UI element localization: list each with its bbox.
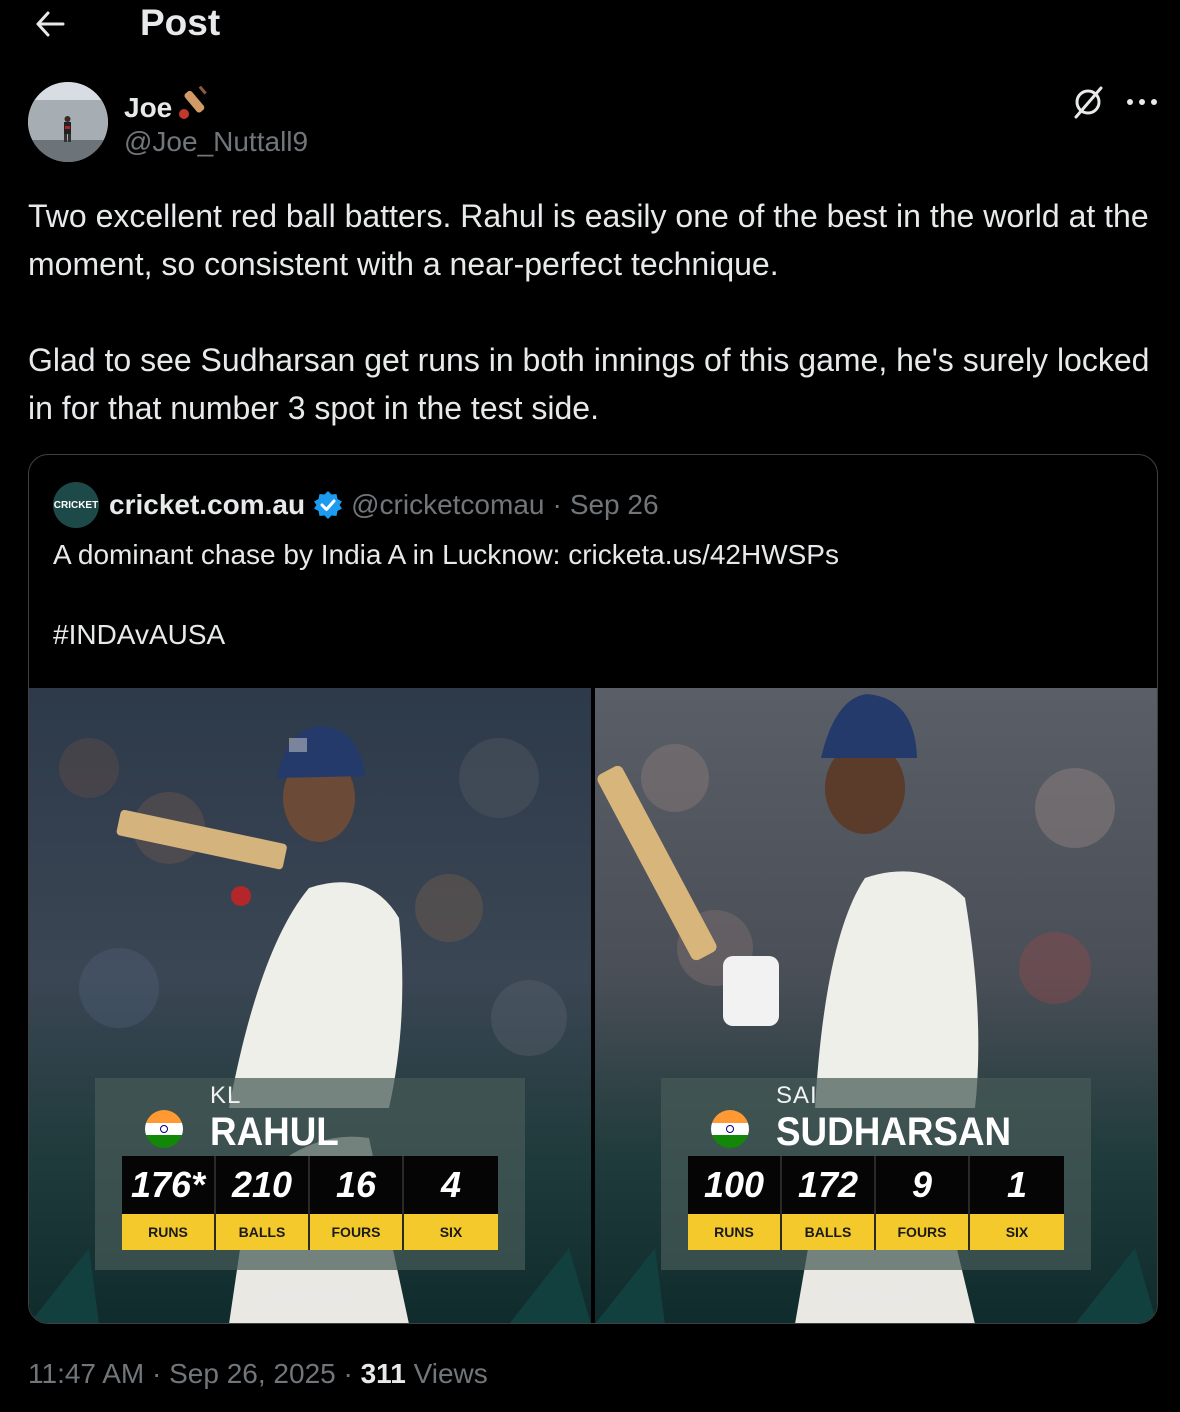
player-last-name: RAHUL — [210, 1110, 339, 1154]
quoted-post-date[interactable]: Sep 26 — [570, 489, 659, 521]
stat-value: 176* — [122, 1156, 214, 1214]
grok-icon[interactable] — [1068, 82, 1108, 122]
stat-six: 1 SIX — [970, 1156, 1064, 1250]
stat-label: BALLS — [782, 1214, 874, 1250]
post-time[interactable]: 11:47 AM — [28, 1358, 144, 1389]
stat-value: 16 — [310, 1156, 402, 1214]
post-meta: 11:47 AM · Sep 26, 2025 · 311 Views — [28, 1358, 488, 1390]
verified-badge-icon — [313, 490, 343, 520]
stat-value: 9 — [876, 1156, 968, 1214]
cricket-bat-icon — [176, 85, 212, 129]
player-card-image-rahul[interactable]: KL RAHUL 176* RUNS 210 BALLS 16 FOURS 4 SIX … — [29, 688, 591, 1323]
stat-value: 100 — [688, 1156, 780, 1214]
stat-card: SAI SUDHARSAN 100 RUNS 172 BALLS 9 FOURS 1S… — [661, 1078, 1091, 1270]
stat-label: FOURS — [876, 1214, 968, 1250]
quoted-author-handle: @cricketcomau — [351, 489, 545, 520]
stats-table: 100 RUNS 172 BALLS 9 FOURS 1 SIX — [688, 1156, 1064, 1250]
author-name-text: Joe — [124, 91, 173, 123]
stat-balls: 172 BALLS — [782, 1156, 876, 1250]
cricket-logo-icon[interactable]: CRICKET — [53, 482, 99, 528]
post-author: Joe @Joe_Nuttall9 — [28, 82, 1158, 164]
dot-separator: · — [152, 1358, 162, 1389]
quoted-author-name[interactable]: cricket.com.au — [109, 489, 305, 521]
player-first-name: SAI — [776, 1082, 818, 1109]
more-options-icon[interactable] — [1122, 82, 1162, 122]
cricket-brand-logo: CRICKET — [828, 1288, 924, 1310]
logo-text: CRICKET — [53, 499, 99, 511]
dot-separator: · — [552, 489, 562, 520]
quoted-post-header: CRICKET cricket.com.au @cricketcomau · S… — [53, 482, 659, 528]
india-flag-icon — [145, 1110, 183, 1148]
india-flag-icon — [711, 1110, 749, 1148]
quoted-post[interactable]: CRICKET cricket.com.au @cricketcomau · S… — [28, 454, 1158, 1324]
stat-value: 172 — [782, 1156, 874, 1214]
author-handle[interactable]: @Joe_Nuttall9 — [124, 126, 308, 158]
back-arrow-icon[interactable] — [30, 4, 70, 44]
view-count: 311 — [360, 1358, 406, 1389]
stats-table: 176* RUNS 210 BALLS 16 FOURS 4 SIX — [122, 1156, 498, 1250]
cricket-brand-logo: CRICKET — [262, 1288, 358, 1310]
stat-label: SIX — [970, 1214, 1064, 1250]
stat-value: 210 — [216, 1156, 308, 1214]
stat-runs: 176* RUNS — [122, 1156, 216, 1250]
dot-separator: · — [343, 1358, 353, 1389]
player-first-name: KL — [210, 1082, 242, 1109]
top-bar: Post — [0, 0, 1180, 52]
stat-runs: 100 RUNS — [688, 1156, 782, 1250]
page-title: Post — [140, 2, 221, 43]
author-name[interactable]: Joe — [124, 85, 212, 129]
stat-value: 4 — [404, 1156, 498, 1214]
stat-fours: 9 FOURS — [876, 1156, 970, 1250]
stat-label: RUNS — [688, 1214, 780, 1250]
avatar[interactable] — [28, 82, 108, 162]
stat-label: BALLS — [216, 1214, 308, 1250]
stat-fours: 16 FOURS — [310, 1156, 404, 1250]
stat-balls: 210 BALLS — [216, 1156, 310, 1250]
stat-label: FOURS — [310, 1214, 402, 1250]
player-card-image-sudharsan[interactable]: SAI SUDHARSAN 100 RUNS 172 BALLS 9 FOURS 1S… — [595, 688, 1157, 1323]
post-date[interactable]: Sep 26, 2025 — [169, 1358, 336, 1389]
stat-card: KL RAHUL 176* RUNS 210 BALLS 16 FOURS 4 SIX — [95, 1078, 525, 1270]
stat-value: 1 — [970, 1156, 1064, 1214]
quoted-post-text: A dominant chase by India A in Lucknow: … — [53, 539, 839, 650]
views-label: Views — [413, 1358, 488, 1389]
post-text: Two excellent red ball batters. Rahul is… — [28, 198, 1150, 426]
stat-label: RUNS — [122, 1214, 214, 1250]
player-last-name: SUDHARSAN — [776, 1110, 1012, 1154]
stat-label: SIX — [404, 1214, 498, 1250]
stat-six: 4 SIX — [404, 1156, 498, 1250]
